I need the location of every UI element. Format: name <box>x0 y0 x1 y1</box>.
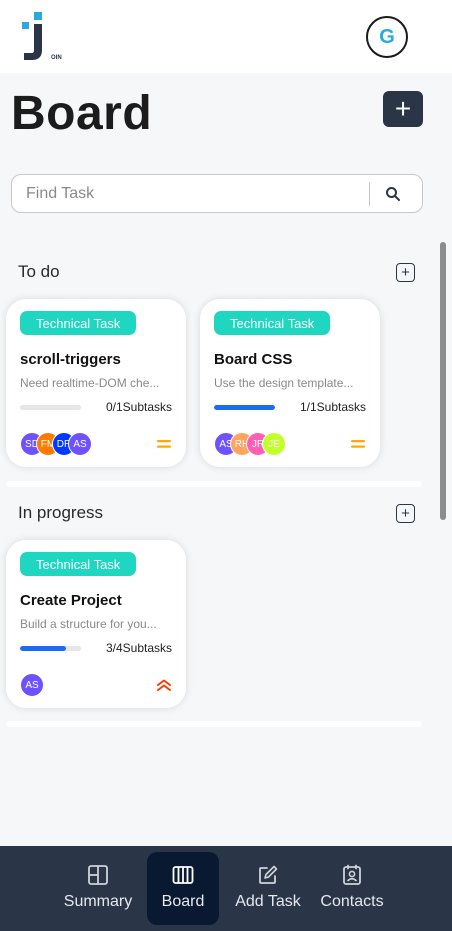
search-icon[interactable] <box>384 185 402 203</box>
nav-board[interactable]: Board <box>147 852 219 925</box>
subtask-progress-bar <box>214 405 275 410</box>
column-title-in-progress: In progress <box>18 503 104 522</box>
search-input[interactable] <box>26 183 366 205</box>
search-divider <box>369 182 370 206</box>
subtask-count: 3/4Subtasks <box>105 641 172 655</box>
nav-contacts[interactable]: Contacts <box>314 852 390 925</box>
search-box <box>11 174 423 213</box>
join-logo[interactable]: OIN <box>22 12 66 62</box>
edit-icon <box>259 865 278 884</box>
column-add-todo-button[interactable]: + <box>396 263 415 282</box>
page-title: Board <box>11 87 153 140</box>
logo-text: OIN <box>51 55 62 61</box>
column-separator <box>6 721 422 727</box>
nav-board-label: Board <box>161 893 205 910</box>
task-title: scroll-triggers <box>20 351 121 368</box>
bottom-navigation: Summary Board Add Task Contacts <box>0 846 452 931</box>
subtask-count: 0/1Subtasks <box>105 400 172 414</box>
task-card[interactable]: Technical Task scroll-triggers Need real… <box>6 299 186 467</box>
task-description: Need realtime-DOM che... <box>20 376 160 390</box>
subtask-progress-bar <box>20 646 81 651</box>
assignee-avatar: AS <box>20 673 44 697</box>
nav-add-task-label: Add Task <box>235 893 301 910</box>
assignee-list: AS RH JR JE <box>214 432 286 456</box>
category-tag: Technical Task <box>214 311 331 335</box>
assignee-avatar: JE <box>262 432 286 456</box>
column-separator <box>6 481 422 487</box>
user-initial: G <box>379 25 395 48</box>
plus-icon: + <box>394 93 412 124</box>
priority-medium-icon <box>351 440 365 448</box>
category-tag: Technical Task <box>20 552 137 576</box>
assignee-avatar: AS <box>68 432 92 456</box>
priority-urgent-icon <box>157 679 171 691</box>
task-card[interactable]: Technical Task Board CSS Use the design … <box>200 299 380 467</box>
subtask-count: 1/1Subtasks <box>299 400 366 414</box>
nav-summary-label: Summary <box>63 893 133 910</box>
task-title: Create Project <box>20 592 122 609</box>
app-header: OIN G <box>0 0 452 73</box>
board-scrollbar[interactable] <box>440 242 446 520</box>
assignee-list: SD FM DR AS <box>20 432 92 456</box>
task-card[interactable]: Technical Task Create Project Build a st… <box>6 540 186 708</box>
category-tag: Technical Task <box>20 311 137 335</box>
column-title-todo: To do <box>18 262 60 281</box>
subtask-progress-bar <box>20 405 81 410</box>
nav-contacts-label: Contacts <box>320 893 384 910</box>
add-task-button[interactable]: + <box>383 91 423 127</box>
task-description: Use the design template... <box>214 376 354 390</box>
plus-icon: + <box>401 264 410 281</box>
column-add-in-progress-button[interactable]: + <box>396 504 415 523</box>
nav-summary[interactable]: Summary <box>56 852 140 925</box>
nav-add-task[interactable]: Add Task <box>229 852 307 925</box>
task-description: Build a structure for you... <box>20 617 157 631</box>
assignee-list: AS <box>20 673 44 697</box>
plus-icon: + <box>401 505 410 522</box>
task-title: Board CSS <box>214 351 293 368</box>
contacts-icon <box>343 864 361 885</box>
priority-medium-icon <box>157 440 171 448</box>
user-avatar-button[interactable]: G <box>366 16 408 58</box>
summary-icon <box>88 865 108 885</box>
board-icon <box>172 866 194 884</box>
